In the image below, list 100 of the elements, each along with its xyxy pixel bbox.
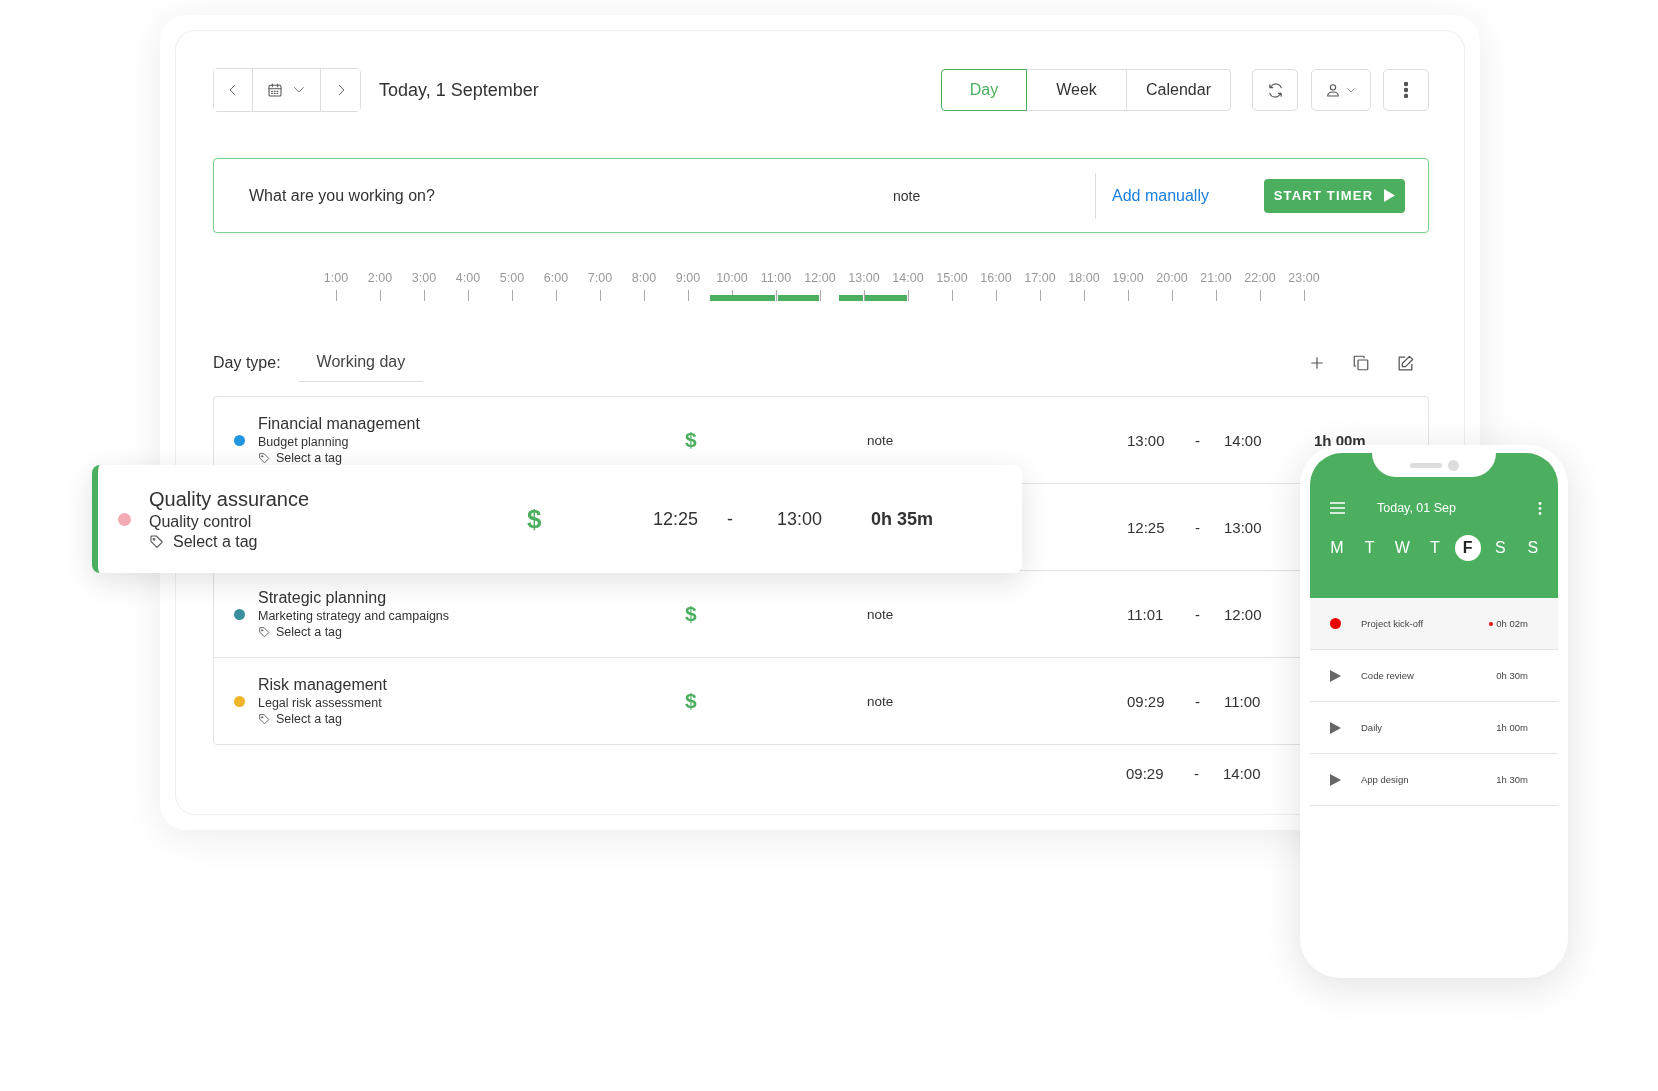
weekday-button[interactable]: M [1324,535,1350,561]
user-icon [1325,82,1341,98]
weekday-button[interactable]: S [1487,535,1514,561]
user-dropdown[interactable] [1311,69,1371,111]
time-dash: - [727,508,734,530]
start-time: 13:00 [1127,431,1166,449]
calendar-icon [266,82,283,98]
hour-label: 18:00 [1068,271,1100,285]
note-text: note [867,432,895,448]
menu-icon[interactable] [1330,502,1345,514]
hour-label: 16:00 [980,271,1012,285]
hour-label: 22:00 [1244,271,1276,285]
task-name: Quality control [149,512,253,531]
project-name: Risk management [258,676,388,694]
task-name: Marketing strategy and campaigns [258,609,451,623]
play-icon[interactable] [1330,773,1341,786]
timeline-bar [839,295,863,301]
kebab-icon [1404,82,1408,98]
refresh-button[interactable] [1252,69,1298,111]
weekday-button[interactable]: F [1454,535,1481,561]
entry-name: Daily [1361,722,1383,733]
entry-name: Project kick-off [1361,618,1424,629]
phone-entry-row[interactable]: Code review 0h 30m [1310,650,1558,702]
note-text: note [867,606,895,622]
time-dash: - [1194,764,1200,782]
phone-entry-row[interactable]: Project kick-off 0h 02m [1310,598,1558,650]
end-time: 14:00 [1224,431,1263,449]
hour-label: 9:00 [675,271,701,285]
project-name: Financial management [258,415,421,433]
total-end-time: 14:00 [1223,764,1262,782]
weekday-button[interactable]: W [1389,535,1416,561]
phone-date-title: Today, 01 Sep [1377,501,1456,515]
billable-sign[interactable]: $ [685,428,867,452]
duration-text: 0h 35m [871,508,935,530]
timeline-bar [777,295,819,301]
view-tab[interactable]: Week [1027,69,1127,111]
tag-icon [258,625,271,639]
hour-label: 13:00 [848,271,880,285]
end-time: 13:00 [1224,518,1263,536]
tag-selector[interactable]: Select a tag [276,625,342,639]
hour-label: 20:00 [1156,271,1188,285]
tag-selector[interactable]: Select a tag [276,451,342,465]
recording-dot [1489,621,1494,626]
time-dash: - [1195,518,1201,536]
duration-text: 1h 30m [1496,774,1528,785]
hour-label: 14:00 [892,271,924,285]
tag-selector[interactable]: Select a tag [173,532,258,551]
weekday-button[interactable]: T [1356,535,1383,561]
hour-label: 5:00 [499,271,525,285]
view-tab[interactable]: Calendar [1127,69,1231,111]
add-manually-link[interactable]: Add manually [1112,186,1209,205]
duration-text: 0h 30m [1496,670,1528,681]
phone-entry-row[interactable]: App design 1h 30m [1310,754,1558,806]
timeline-bar [710,295,775,301]
duration-text: 1h 00m [1496,722,1528,733]
hour-label: 21:00 [1200,271,1232,285]
note-input[interactable]: note [891,186,1095,205]
next-button[interactable] [320,69,360,111]
task-name: Legal risk assessment [258,696,383,710]
billable-sign[interactable]: $ [685,602,867,626]
task-name: Budget planning [258,435,350,449]
start-time: 12:25 [1127,518,1166,536]
end-time: 13:00 [777,508,824,530]
edit-icon [1396,353,1415,373]
task-input[interactable]: What are you working on? [247,185,891,206]
play-icon[interactable] [1330,669,1341,682]
weekday-button[interactable]: S [1519,535,1546,561]
start-time: 12:25 [653,508,700,530]
end-time: 12:00 [1224,605,1263,623]
timeline-bar [865,295,907,301]
entry-name: Code review [1361,670,1414,681]
weekday-button[interactable]: T [1421,535,1448,561]
kebab-icon[interactable] [1538,501,1542,515]
start-timer-button[interactable]: START TIMER [1264,178,1405,213]
billable-sign[interactable]: $ [527,503,653,535]
time-dash: - [1195,431,1201,449]
hour-label: 15:00 [936,271,968,285]
play-icon[interactable] [1330,721,1341,734]
hour-label: 4:00 [455,271,481,285]
tag-selector[interactable]: Select a tag [276,712,342,726]
more-button[interactable] [1383,69,1429,111]
view-tab[interactable]: Day [941,69,1027,111]
hour-label: 1:00 [323,271,349,285]
billable-sign[interactable]: $ [685,689,867,713]
refresh-icon [1266,81,1284,99]
copy-icon [1352,353,1370,372]
start-time: 09:29 [1127,692,1166,710]
tag-icon [258,451,271,465]
hour-label: 12:00 [804,271,836,285]
chevron-down-icon [1345,85,1357,95]
day-type-label: Day type: [213,354,281,372]
time-dash: - [1195,605,1201,623]
total-start-time: 09:29 [1126,764,1165,782]
day-type-field[interactable]: Working day [298,344,424,382]
time-dash: - [1195,692,1201,710]
date-title: Today, 1 September [379,79,539,101]
phone-entry-row[interactable]: Daily 1h 00m [1310,702,1558,754]
duration-text: 0h 02m [1496,618,1528,629]
end-time: 11:00 [1224,692,1262,710]
play-icon [1383,189,1396,202]
